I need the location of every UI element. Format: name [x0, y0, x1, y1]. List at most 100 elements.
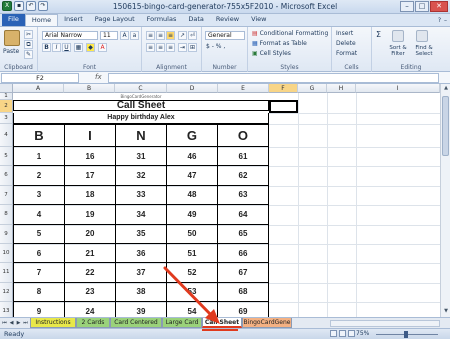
align-left-icon[interactable]: ≡	[146, 43, 155, 52]
align-center-icon[interactable]: ≡	[156, 43, 165, 52]
font-size-select[interactable]: 11	[100, 31, 118, 40]
scroll-thumb[interactable]	[442, 96, 449, 156]
name-box[interactable]: F2	[1, 73, 79, 83]
delete-cells-button[interactable]: Delete	[336, 40, 356, 47]
bingo-header-o[interactable]: O	[216, 124, 270, 147]
maximize-button[interactable]: □	[415, 1, 429, 12]
bingo-cell[interactable]: 37	[114, 262, 167, 283]
shrink-font-icon[interactable]: a	[130, 31, 139, 40]
worksheet-grid[interactable]: A B C D E F G H I 1 2 3 4 5 6 7 8 9 10 1…	[0, 84, 440, 317]
bingo-cell[interactable]: 32	[114, 165, 167, 186]
bingo-cell[interactable]: 36	[114, 242, 167, 264]
row-header-1[interactable]: 1	[0, 93, 13, 100]
paste-button[interactable]: Paste	[3, 48, 19, 55]
tab-formulas[interactable]: Formulas	[141, 14, 183, 26]
bingo-cell[interactable]: 2	[13, 165, 65, 186]
minimize-button[interactable]: –	[400, 1, 414, 12]
column-header-f[interactable]: F	[269, 84, 298, 93]
sheet-tab-call-sheet[interactable]: Call Sheet	[202, 318, 242, 328]
close-button[interactable]: ✕	[430, 1, 448, 12]
find-select-icon[interactable]	[416, 30, 428, 42]
cell-styles-button[interactable]: ▣ Cell Styles	[252, 50, 291, 57]
grow-font-icon[interactable]: A	[120, 31, 129, 40]
next-sheet-icon[interactable]: ▶	[15, 319, 22, 327]
sheet-tab-bingo-card-gene[interactable]: BingoCardGene	[242, 318, 292, 328]
sheet-tab-large-card[interactable]: Large Card	[162, 318, 202, 328]
bingo-cell[interactable]: 18	[63, 184, 116, 206]
fill-color-icon[interactable]: ◆	[86, 43, 95, 52]
select-all-corner[interactable]	[0, 84, 13, 93]
bingo-header-n[interactable]: N	[114, 124, 167, 147]
column-header-e[interactable]: E	[218, 84, 269, 93]
sort-filter-icon[interactable]	[392, 30, 404, 42]
row-header-13[interactable]: 13	[0, 302, 13, 317]
bingo-cell[interactable]: 9	[13, 301, 65, 317]
bingo-cell[interactable]: 39	[114, 301, 167, 317]
bingo-cell[interactable]: 8	[13, 281, 65, 303]
bingo-cell[interactable]: 66	[216, 242, 270, 264]
underline-button[interactable]: U	[62, 43, 71, 52]
active-cell-f2[interactable]	[269, 100, 298, 113]
bingo-cell[interactable]: 24	[63, 301, 116, 317]
row-header-8[interactable]: 8	[0, 205, 13, 225]
bingo-cell[interactable]: 35	[114, 223, 167, 244]
bingo-cell[interactable]: 61	[216, 145, 270, 167]
bold-button[interactable]: B	[42, 43, 51, 52]
row-header-5[interactable]: 5	[0, 147, 13, 167]
bingo-cell[interactable]: 21	[63, 242, 116, 264]
bingo-cell[interactable]: 47	[165, 165, 218, 186]
tab-view[interactable]: View	[245, 14, 272, 26]
bingo-cell[interactable]: 6	[13, 242, 65, 264]
font-color-icon[interactable]: A	[98, 43, 107, 52]
orientation-icon[interactable]: ↗	[178, 31, 187, 40]
indent-icon[interactable]: ⇥	[178, 43, 187, 52]
bingo-cell[interactable]: 5	[13, 223, 65, 244]
tab-review[interactable]: Review	[210, 14, 245, 26]
bingo-cell[interactable]: 1	[13, 145, 65, 167]
bingo-cell[interactable]: 38	[114, 281, 167, 303]
bingo-cell[interactable]: 63	[216, 184, 270, 206]
bingo-cell[interactable]: 16	[63, 145, 116, 167]
bingo-cell[interactable]: 54	[165, 301, 218, 317]
bingo-cell[interactable]: 4	[13, 204, 65, 225]
bingo-cell[interactable]: 31	[114, 145, 167, 167]
borders-icon[interactable]: ▦	[74, 43, 83, 52]
bingo-cell[interactable]: 69	[216, 301, 270, 317]
tab-home[interactable]: Home	[24, 14, 59, 26]
call-sheet-subtitle[interactable]: Happy birthday Alex	[13, 113, 269, 124]
bingo-cell[interactable]: 19	[63, 204, 116, 225]
sheet-tab-card-centered[interactable]: Card Centered	[110, 318, 162, 328]
format-as-table-button[interactable]: ▦ Format as Table	[252, 40, 307, 47]
paste-icon[interactable]	[4, 30, 20, 46]
bingo-cell[interactable]: 50	[165, 223, 218, 244]
align-top-icon[interactable]: ≡	[146, 31, 155, 40]
zoom-slider-knob[interactable]	[404, 331, 408, 338]
horizontal-scrollbar[interactable]	[330, 320, 440, 327]
column-header-d[interactable]: D	[167, 84, 218, 93]
bingo-cell[interactable]: 68	[216, 281, 270, 303]
bingo-cell[interactable]: 22	[63, 262, 116, 283]
bingo-cell[interactable]: 23	[63, 281, 116, 303]
row-header-4[interactable]: 4	[0, 124, 13, 147]
column-header-c[interactable]: C	[115, 84, 167, 93]
bingo-cell[interactable]: 51	[165, 242, 218, 264]
zoom-slider[interactable]	[376, 331, 438, 338]
row-header-3[interactable]: 3	[0, 113, 13, 124]
bingo-header-g[interactable]: G	[165, 124, 218, 147]
column-header-i[interactable]: I	[356, 84, 440, 93]
conditional-formatting-button[interactable]: ▤ Conditional Formatting	[252, 30, 328, 37]
help-icon[interactable]: ?	[438, 17, 441, 24]
vertical-scrollbar[interactable]: ▲ ▼	[440, 84, 450, 317]
cut-icon[interactable]: ✂	[24, 30, 33, 39]
tab-insert[interactable]: Insert	[58, 14, 89, 26]
copy-icon[interactable]: ⧉	[24, 40, 33, 49]
row-header-11[interactable]: 11	[0, 263, 13, 283]
tab-file[interactable]: File	[2, 14, 25, 26]
bingo-cell[interactable]: 48	[165, 184, 218, 206]
align-bottom-icon[interactable]: ≡	[166, 31, 175, 40]
row-header-9[interactable]: 9	[0, 224, 13, 244]
first-sheet-icon[interactable]: ⏮	[1, 319, 8, 327]
formula-input[interactable]	[108, 73, 439, 83]
tab-data[interactable]: Data	[182, 14, 210, 26]
page-break-view-icon[interactable]	[348, 330, 355, 337]
